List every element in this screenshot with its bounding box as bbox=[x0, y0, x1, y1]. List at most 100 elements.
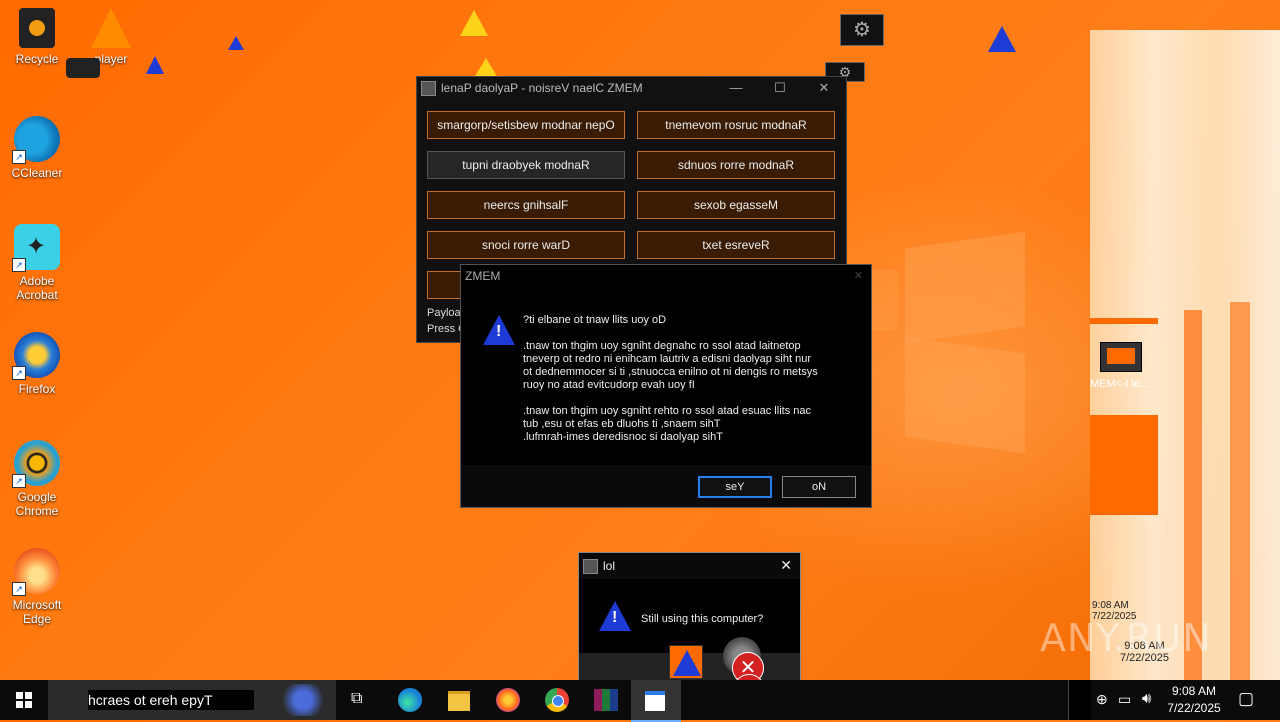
search-box[interactable]: hcraes ot ereh epyT bbox=[48, 680, 336, 720]
app-icon bbox=[421, 81, 436, 96]
random-cursor-movement-button[interactable]: tnemevom rosruc modnaR bbox=[637, 111, 835, 139]
ccleaner-icon: ↗ bbox=[12, 116, 60, 164]
search-input[interactable]: hcraes ot ereh epyT bbox=[88, 690, 254, 710]
draw-error-icons-button[interactable]: snoci rorre warD bbox=[427, 231, 625, 259]
task-view-icon: ⧉ bbox=[351, 690, 363, 707]
taskbar-file-explorer[interactable] bbox=[435, 680, 483, 720]
start-button[interactable] bbox=[0, 680, 48, 720]
dialog-title: lol bbox=[603, 559, 616, 573]
maximize-button[interactable]: ☐ bbox=[758, 77, 802, 99]
reverse-text-button[interactable]: txet esreveR bbox=[637, 231, 835, 259]
dialog-paragraph-2: .tnaw ton thgim uoy sgniht rehto ro ssol… bbox=[523, 405, 811, 443]
taskbar-memz[interactable] bbox=[631, 680, 681, 722]
clock-date: 7/22/2025 bbox=[1167, 701, 1221, 715]
dialog-paragraph-1: .tnaw ton thgim uoy sgniht degnahc ro ss… bbox=[523, 340, 818, 391]
window-thumbnail-icon bbox=[1100, 342, 1142, 372]
memz-confirm-dialog: ZMEM ✕ ! ?ti elbane ot tnaw llits uoy oD… bbox=[460, 264, 872, 508]
warning-icon bbox=[460, 10, 488, 36]
minimize-button[interactable]: — bbox=[714, 77, 758, 99]
taskbar-chrome[interactable] bbox=[533, 680, 581, 720]
glitch-bar bbox=[1230, 302, 1250, 680]
network-icon[interactable]: ⊕ bbox=[1096, 691, 1108, 708]
shortcut-arrow-icon: ↗ bbox=[12, 150, 26, 164]
warning-icon: ! bbox=[599, 601, 631, 631]
desktop-icon-edge[interactable]: ↗ Microsoft Edge bbox=[2, 548, 72, 626]
close-button[interactable]: ✕ bbox=[802, 77, 846, 99]
wallpaper-logo-pane bbox=[905, 336, 1025, 454]
warning-icon bbox=[988, 26, 1016, 52]
close-button[interactable]: ✕ bbox=[780, 557, 792, 574]
recycle-bin-icon bbox=[66, 58, 100, 78]
title-bar: lenaP daolyaP - noisreV naelC ZMEM — ☐ ✕ bbox=[417, 77, 846, 99]
open-random-websites-button[interactable]: smargorp/setisbew modnar nepO bbox=[427, 111, 625, 139]
show-desktop-strip[interactable] bbox=[1068, 680, 1091, 720]
shortcut-arrow-icon: ↗ bbox=[12, 258, 26, 272]
shortcut-arrow-icon: ↗ bbox=[12, 474, 26, 488]
desktop-icon-label: Google Chrome bbox=[15, 490, 59, 518]
firefox-icon: ↗ bbox=[12, 332, 60, 380]
warning-icon bbox=[669, 645, 703, 679]
edge-icon bbox=[398, 688, 422, 712]
chrome-icon: ↗ bbox=[12, 440, 60, 488]
acrobat-icon: ✦ ↗ bbox=[12, 224, 60, 272]
watermark: ANY.RUN bbox=[1040, 616, 1212, 660]
warning-icon bbox=[228, 36, 244, 50]
desktop-icon-chrome[interactable]: ↗ Google Chrome bbox=[2, 440, 72, 518]
glitch-time: 9:08 AM bbox=[1092, 600, 1129, 611]
glitch-label: MEM<-l le... bbox=[1090, 378, 1149, 390]
dialog-close-button[interactable]: ✕ bbox=[854, 269, 863, 282]
vlc-player-icon bbox=[91, 8, 131, 48]
app-window-icon bbox=[645, 691, 665, 711]
lol-dialog: lol ✕ ! Still using this computer? bbox=[578, 552, 801, 682]
desktop-icon-label: Firefox bbox=[18, 382, 56, 396]
gear-window-icon: ⚙ bbox=[840, 14, 884, 46]
windows-logo-icon bbox=[16, 692, 32, 708]
wallpaper-logo-pane bbox=[872, 270, 898, 330]
taskbar-edge[interactable] bbox=[386, 680, 434, 720]
edge-icon: ↗ bbox=[12, 548, 60, 596]
desktop-icon-ccleaner[interactable]: ↗ CCleaner bbox=[2, 116, 72, 180]
no-button[interactable]: oN bbox=[782, 476, 856, 498]
volume-icon[interactable]: 🔊︎ bbox=[1142, 690, 1151, 707]
clock-time: 9:08 AM bbox=[1171, 684, 1217, 698]
dialog-message: Still using this computer? bbox=[641, 613, 764, 625]
message-boxes-button[interactable]: sexob egasseM bbox=[637, 191, 835, 219]
taskbar-winrar[interactable] bbox=[582, 680, 630, 720]
warning-icon: ! bbox=[483, 315, 515, 345]
desktop-icon-label: Adobe Acrobat bbox=[16, 274, 58, 302]
desktop-icon-label: Recycle bbox=[15, 52, 59, 66]
glitch-bar bbox=[1090, 318, 1158, 324]
warning-icon bbox=[146, 56, 164, 74]
notification-icon[interactable]: ▢ bbox=[1238, 689, 1254, 709]
folder-icon bbox=[448, 691, 470, 711]
random-error-sounds-button[interactable]: sdnuos rorre modnaR bbox=[637, 151, 835, 179]
flashing-screen-button[interactable]: neercs gnihsalF bbox=[427, 191, 625, 219]
desktop-icon-recycle[interactable]: Recycle bbox=[2, 8, 72, 66]
lol-title-bar: lol ✕ bbox=[579, 553, 800, 579]
clock[interactable]: 9:08 AM 7/22/2025 bbox=[1162, 684, 1226, 715]
wallpaper-logo-pane bbox=[905, 231, 1025, 344]
desktop-icon-acrobat[interactable]: ✦ ↗ Adobe Acrobat bbox=[2, 224, 72, 302]
taskbar-firefox[interactable] bbox=[484, 680, 532, 720]
desktop-icon-label: CCleaner bbox=[11, 166, 63, 180]
recycle-bin-icon bbox=[19, 8, 55, 48]
dialog-question: ?ti elbane ot tnaw llits uoy oD bbox=[523, 314, 667, 326]
shortcut-arrow-icon: ↗ bbox=[12, 366, 26, 380]
winrar-icon bbox=[594, 689, 618, 711]
status-text: Payloa bbox=[427, 307, 461, 319]
window-title: lenaP daolyaP - noisreV naelC ZMEM bbox=[441, 81, 643, 95]
yes-button[interactable]: seY bbox=[698, 476, 772, 498]
chrome-icon bbox=[545, 688, 569, 712]
desktop-icon-firefox[interactable]: ↗ Firefox bbox=[2, 332, 72, 396]
dialog-title: ZMEM bbox=[465, 269, 501, 283]
firefox-icon bbox=[496, 688, 520, 712]
random-keyboard-input-button[interactable]: tupni draobyek modnaR bbox=[427, 151, 625, 179]
app-icon bbox=[583, 559, 598, 574]
shortcut-arrow-icon: ↗ bbox=[12, 582, 26, 596]
warning-icon bbox=[474, 58, 498, 78]
desktop-icon-label: Microsoft Edge bbox=[12, 598, 62, 626]
task-view-button[interactable]: ⧉ bbox=[336, 680, 384, 720]
monitor-icon[interactable]: ▭ bbox=[1118, 691, 1131, 708]
taskbar: hcraes ot ereh epyT ⧉ ⊕ ▭ 🔊︎ 9:08 AM 7/2… bbox=[0, 680, 1280, 722]
search-highlight-icon bbox=[278, 684, 328, 716]
